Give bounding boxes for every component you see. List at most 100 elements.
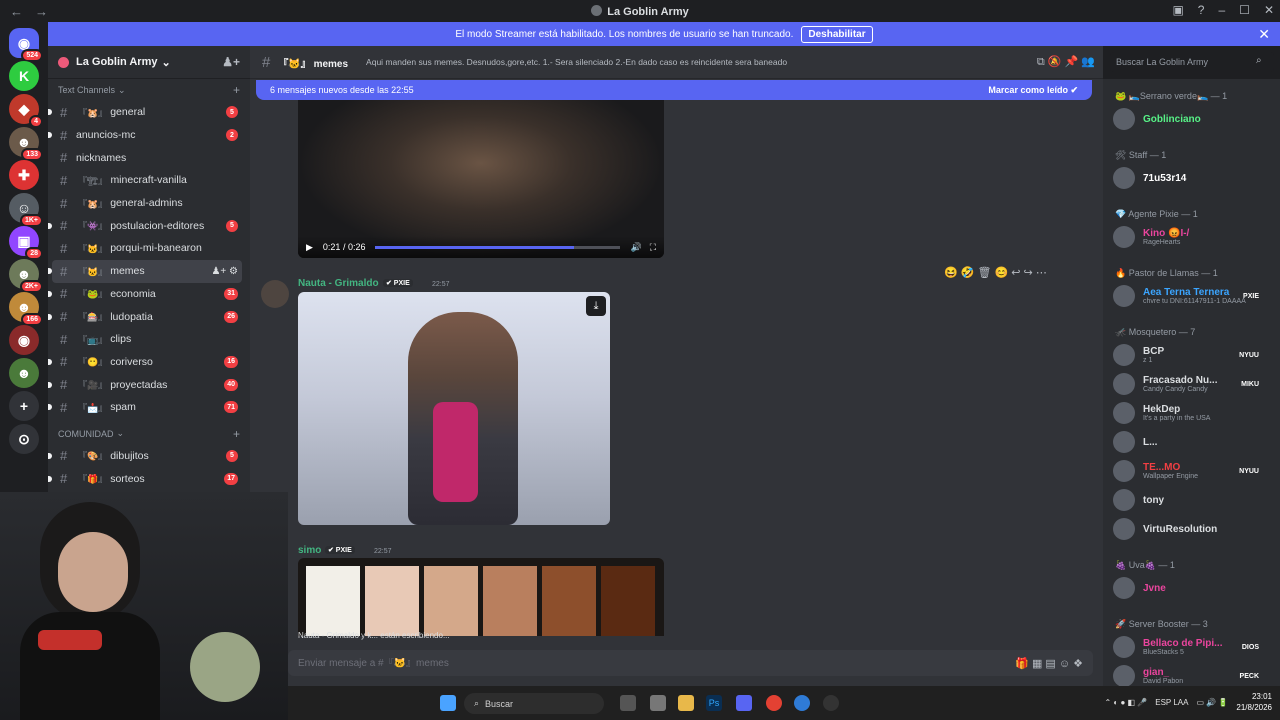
member-item[interactable]: Jvne [1109,576,1275,600]
channel-item-clips[interactable]: # 『📺』 clips [52,328,242,351]
channel-topic[interactable]: Aqui manden sus memes. Desnudos,gore,etc… [366,57,787,67]
server-icon[interactable]: K [9,61,39,91]
channel-item-anuncios-mc[interactable]: # anuncios-mc 2 [48,124,242,147]
category-community[interactable]: COMUNIDAD ⌄ + [48,423,250,445]
member-item[interactable]: L... [1109,430,1275,454]
minimize-button[interactable]: – [1218,3,1225,17]
add-channel-icon[interactable]: + [233,427,240,441]
composer-tools[interactable]: 🎁 ▦ ▤ ☺ ❖ [1015,657,1083,670]
folder-icon[interactable] [678,695,694,711]
avatar[interactable] [261,280,289,308]
channel-item-general-admins[interactable]: # 『🐹』 general-admins [52,192,242,215]
video-progress-bar[interactable] [375,245,621,249]
server-icon[interactable]: ☺ 1K+ [9,193,43,227]
server-icon[interactable]: ☻ 166 [9,292,43,326]
video-player[interactable]: ▶ 0:21 / 0:26 🔊 ⛶ [298,100,664,258]
obs-icon[interactable] [823,695,839,711]
server-icon[interactable]: ✚ [9,160,39,190]
mark-as-read-button[interactable]: Marcar como leído ✔ [988,85,1078,96]
search-input[interactable] [1110,52,1274,72]
chevron-down-icon: ⌄ [118,84,126,95]
server-icon[interactable]: ◉ 524 [9,28,43,62]
message-author[interactable]: Nauta - Grimaldo [298,278,379,289]
channel-item-dibujitos[interactable]: # 『🎨』 dibujitos 5 [48,445,242,468]
fullscreen-icon[interactable]: ⛶ [650,242,656,253]
app-icon[interactable] [650,695,666,711]
server-icon[interactable]: ☻ 2K+ [9,259,43,293]
channel-item-spam[interactable]: # 『📩』 spam 71 [48,396,242,419]
category-text-channels[interactable]: Text Channels ⌄ + [48,79,250,101]
channel-settings-icon[interactable]: ♟+ ⚙ [211,266,238,277]
invite-icon[interactable]: ♟+ [222,55,240,69]
windows-start-icon[interactable] [440,695,456,711]
meme-image[interactable]: ⤓ [298,292,610,525]
channel-item-coriverso[interactable]: # 『😶』 coriverso 16 [48,351,242,374]
new-messages-bar[interactable]: 6 mensajes nuevos desde las 22:55 Marcar… [256,80,1092,100]
close-icon[interactable]: ✕ [1258,26,1270,43]
server-icon[interactable]: ⊙ [9,424,39,454]
unread-dot [48,290,52,297]
channel-item-economia[interactable]: # 『🐸』 economia 31 [48,283,242,306]
channel-item-sorteos[interactable]: # 『🎁』 sorteos 17 [48,467,242,490]
network-icon[interactable]: ▭ 🔊 🔋 [1196,698,1228,707]
tray-icons[interactable]: ⌃ ◐ ● ◧ 🎤 [1104,698,1147,707]
member-info: gian_ David Pabon [1143,667,1183,685]
play-icon[interactable]: ▶ [306,242,313,253]
member-item[interactable]: Goblinciano [1109,107,1275,131]
member-item[interactable]: TE...MO Wallpaper Engine NYUU [1109,459,1275,483]
swatch-image[interactable] [298,558,664,636]
taskbar-search[interactable]: ⌕ Buscar [464,693,604,714]
member-item[interactable]: HekDep It's a party in the USA [1109,401,1275,425]
channel-item-proyectadas[interactable]: # 『🎥』 proyectadas 40 [48,373,242,396]
disable-streamer-button[interactable]: Deshabilitar [801,25,873,43]
channel-item-porqui-mi-banearon[interactable]: # 『🐱』 porqui-mi-banearon [52,237,242,260]
member-item[interactable]: Aea Terna Ternera chvre tu DNI:61147911-1… [1109,284,1275,308]
channel-item-ludopatia[interactable]: # 『🎰』 ludopatia 26 [48,305,242,328]
header-tools[interactable]: ⧉ 🔕 📌 👥 [1037,55,1095,69]
maximize-button[interactable]: ☐ [1239,3,1250,17]
message-input[interactable] [298,657,898,669]
photoshop-icon[interactable]: Ps [706,695,722,711]
language-indicator[interactable]: ESP LAA [1155,698,1188,707]
help-icon[interactable]: ? [1198,3,1205,17]
channel-item-general[interactable]: # 『🐹』 general 5 [48,101,242,124]
server-icon[interactable]: + [9,391,39,421]
member-item[interactable]: 71u53r14 [1109,166,1275,190]
member-item[interactable]: Bellaco de Pipi... BlueStacks 5 DIOS [1109,635,1275,659]
member-item[interactable]: Kino 😡I-/RageHearts [1109,225,1275,249]
forward-arrow-icon[interactable]: → [35,4,48,19]
chrome-icon[interactable] [766,695,782,711]
discord-icon[interactable] [736,695,752,711]
hashtag-icon: # [262,53,271,71]
volume-icon[interactable]: 🔊 [630,242,641,253]
avatar [1113,344,1135,366]
clock[interactable]: 23:01 21/8/2026 [1236,691,1272,713]
channel-item-memes[interactable]: # 『🐱』 memes ♟+ ⚙ [48,259,242,283]
message-author[interactable]: simo [298,545,321,556]
task-view-icon[interactable] [620,695,636,711]
close-window-button[interactable]: ✕ [1264,3,1274,17]
member-item[interactable]: BCP z 1 NYUU [1109,343,1275,367]
back-arrow-icon[interactable]: ← [10,4,23,19]
member-item[interactable]: Fracasado Nu... Candy Candy Candy MIKU [1109,372,1275,396]
server-icon[interactable]: ☻ [9,358,39,388]
browser-icon[interactable] [794,695,810,711]
server-icon[interactable]: ▣ 28 [9,226,43,260]
channel-item-nicknames[interactable]: # nicknames [52,146,242,169]
server-icon[interactable]: ☻ 133 [9,127,43,161]
server-icon[interactable]: ◆ 4 [9,94,43,128]
channel-emoji: 『🏗』 [78,175,108,186]
channel-item-minecraft-vanilla[interactable]: # 『🏗』 minecraft-vanilla [52,169,242,192]
message-toolbar[interactable]: 😆 🤣 🗑 😊 ↩ ↪ ⋯ [944,266,1047,279]
member-item[interactable]: VirtuResolution [1109,517,1275,541]
member-item[interactable]: gian_ David Pabon PECK [1109,664,1275,686]
server-icon[interactable]: ◉ [9,325,39,355]
server-header[interactable]: La Goblin Army ⌄ ♟+ [48,46,250,79]
channel-item-postulacion-editores[interactable]: # 『👾』 postulacion-editores 5 [48,214,242,237]
download-icon[interactable]: ⤓ [586,296,606,316]
server-icon-glyph: ☻ [16,365,32,381]
member-item[interactable]: tony [1109,488,1275,512]
member-name: gian_ [1143,667,1170,678]
inbox-icon[interactable]: ▣ [1172,3,1183,17]
add-channel-icon[interactable]: + [233,83,240,97]
